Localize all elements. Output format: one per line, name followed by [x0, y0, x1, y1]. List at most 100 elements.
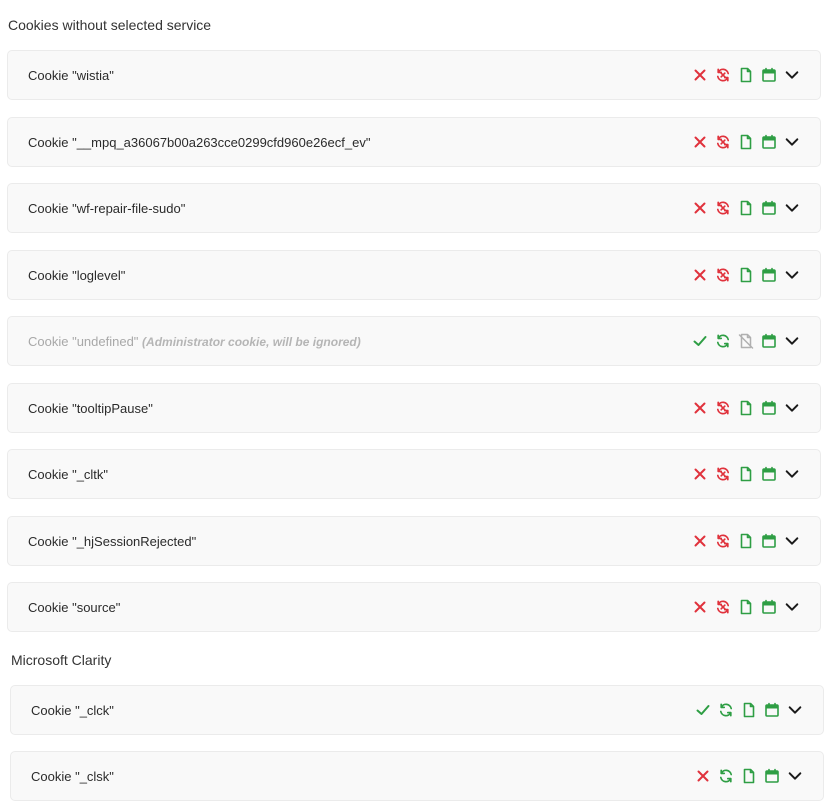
cookie-row: Cookie "_clck" [10, 685, 824, 735]
cookie-actions [695, 768, 803, 784]
sync-off-icon[interactable] [715, 200, 731, 216]
cookie-label: Cookie "undefined" (Administrator cookie… [28, 334, 361, 349]
chevron-down-icon[interactable] [784, 533, 800, 549]
calendar-icon[interactable] [761, 333, 777, 349]
cookie-row: Cookie "_cltk" [7, 449, 821, 499]
cookie-row: Cookie "__mpq_a36067b00a263cce0299cfd960… [7, 117, 821, 167]
cookie-prefix: Cookie [28, 533, 73, 549]
cookie-prefix: Cookie [31, 702, 76, 718]
cookie-prefix: Cookie [28, 400, 73, 416]
cookie-label: Cookie "wf-repair-file-sudo" [28, 201, 185, 216]
accepted-check-icon[interactable] [695, 702, 711, 718]
chevron-down-icon[interactable] [784, 67, 800, 83]
cookie-actions [692, 267, 800, 283]
cookie-label: Cookie "_hjSessionRejected" [28, 534, 196, 549]
cookie-prefix: Cookie [28, 599, 73, 615]
cookie-label: Cookie "wistia" [28, 68, 114, 83]
accepted-check-icon[interactable] [692, 333, 708, 349]
sync-off-icon[interactable] [715, 134, 731, 150]
cookie-row: Cookie "source" [7, 582, 821, 632]
chevron-down-icon[interactable] [784, 599, 800, 615]
rejected-x-icon[interactable] [692, 67, 708, 83]
cookie-note: (Administrator cookie, will be ignored) [142, 334, 361, 349]
sync-icon[interactable] [718, 702, 734, 718]
cookie-row: Cookie "tooltipPause" [7, 383, 821, 433]
sync-off-icon[interactable] [715, 533, 731, 549]
calendar-icon[interactable] [761, 267, 777, 283]
cookie-actions [692, 400, 800, 416]
rejected-x-icon[interactable] [692, 599, 708, 615]
file-icon[interactable] [738, 533, 754, 549]
file-icon[interactable] [741, 702, 757, 718]
file-icon[interactable] [741, 768, 757, 784]
section-title: Cookies without selected service [8, 17, 212, 33]
rejected-x-icon[interactable] [692, 267, 708, 283]
cookie-label: Cookie "_cltk" [28, 467, 108, 482]
cookie-name: "_clck" [75, 702, 114, 718]
rejected-x-icon[interactable] [692, 466, 708, 482]
rejected-x-icon[interactable] [692, 134, 708, 150]
file-icon[interactable] [738, 599, 754, 615]
sync-off-icon[interactable] [715, 267, 731, 283]
file-icon[interactable] [738, 400, 754, 416]
chevron-down-icon[interactable] [787, 702, 803, 718]
file-icon[interactable] [738, 67, 754, 83]
file-icon[interactable] [738, 200, 754, 216]
calendar-icon[interactable] [761, 466, 777, 482]
cookie-label: Cookie "loglevel" [28, 268, 125, 283]
cookie-prefix: Cookie [28, 333, 73, 349]
cookie-name: "_cltk" [72, 466, 109, 482]
cookie-actions [692, 200, 800, 216]
cookie-actions [695, 702, 803, 718]
cookie-prefix: Cookie [28, 134, 73, 150]
cookie-actions [692, 466, 800, 482]
chevron-down-icon[interactable] [784, 333, 800, 349]
sync-off-icon[interactable] [715, 599, 731, 615]
chevron-down-icon[interactable] [787, 768, 803, 784]
cookie-prefix: Cookie [28, 267, 73, 283]
sync-off-icon[interactable] [715, 466, 731, 482]
calendar-icon[interactable] [761, 134, 777, 150]
cookie-prefix: Cookie [31, 768, 76, 784]
cookie-actions [692, 533, 800, 549]
rejected-x-icon[interactable] [692, 400, 708, 416]
file-icon[interactable] [738, 267, 754, 283]
section-title: Microsoft Clarity [11, 652, 112, 668]
sync-off-icon[interactable] [715, 400, 731, 416]
cookie-row: Cookie "undefined" (Administrator cookie… [7, 316, 821, 366]
cookie-label: Cookie "tooltipPause" [28, 401, 153, 416]
calendar-icon[interactable] [761, 599, 777, 615]
chevron-down-icon[interactable] [784, 466, 800, 482]
cookie-actions [692, 67, 800, 83]
file-icon[interactable] [738, 134, 754, 150]
calendar-icon[interactable] [761, 400, 777, 416]
cookie-row: Cookie "loglevel" [7, 250, 821, 300]
cookie-row: Cookie "wistia" [7, 50, 821, 100]
cookie-label: Cookie "__mpq_a36067b00a263cce0299cfd960… [28, 135, 370, 150]
rejected-x-icon[interactable] [695, 768, 711, 784]
sync-icon[interactable] [718, 768, 734, 784]
chevron-down-icon[interactable] [784, 400, 800, 416]
chevron-down-icon[interactable] [784, 267, 800, 283]
cookie-label: Cookie "_clsk" [31, 769, 114, 784]
rejected-x-icon[interactable] [692, 533, 708, 549]
cookie-label: Cookie "source" [28, 600, 120, 615]
cookie-name: "__mpq_a36067b00a263cce0299cfd960e26ecf_… [72, 134, 371, 150]
sync-off-icon[interactable] [715, 67, 731, 83]
cookie-row: Cookie "_hjSessionRejected" [7, 516, 821, 566]
cookie-name: "tooltipPause" [72, 400, 153, 416]
chevron-down-icon[interactable] [784, 200, 800, 216]
calendar-icon[interactable] [764, 702, 780, 718]
chevron-down-icon[interactable] [784, 134, 800, 150]
calendar-icon[interactable] [761, 200, 777, 216]
calendar-icon[interactable] [764, 768, 780, 784]
cookie-name: "undefined" [72, 333, 139, 349]
cookie-actions [692, 134, 800, 150]
sync-icon[interactable] [715, 333, 731, 349]
cookie-name: "_hjSessionRejected" [72, 533, 197, 549]
rejected-x-icon[interactable] [692, 200, 708, 216]
calendar-icon[interactable] [761, 67, 777, 83]
calendar-icon[interactable] [761, 533, 777, 549]
cookie-name: "loglevel" [72, 267, 126, 283]
file-icon[interactable] [738, 466, 754, 482]
